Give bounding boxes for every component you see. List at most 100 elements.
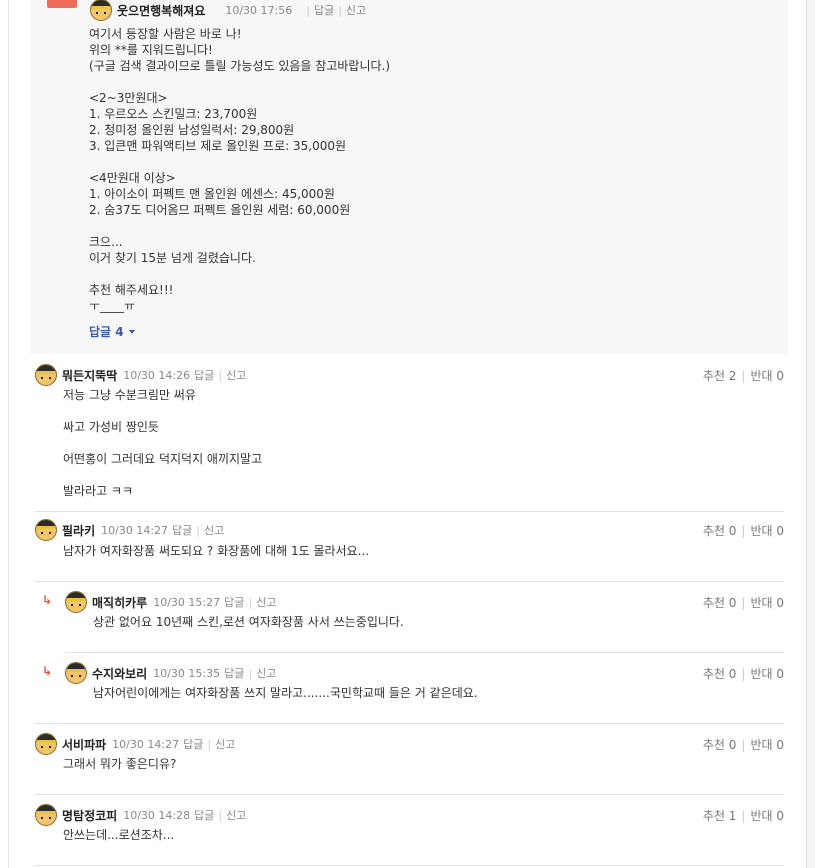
report-link[interactable]: 신고 bbox=[256, 594, 276, 610]
avatar[interactable] bbox=[35, 364, 57, 386]
reply-comment: 매직히카루 10/30 15:27 답글 | 신고 추천 0 | 반대 0 상관 없… bbox=[65, 591, 784, 630]
comment-line: 2. 숨37도 디어옴므 퍼펙트 올인원 세럼: 60,000원 bbox=[89, 203, 351, 217]
comment-header: 매직히카루 10/30 15:27 답글 | 신고 bbox=[65, 591, 784, 613]
reply-link[interactable]: 답글 bbox=[194, 807, 214, 823]
separator: | bbox=[248, 666, 253, 680]
timestamp: 10/30 15:27 bbox=[153, 595, 221, 609]
nickname[interactable]: 매직히카루 bbox=[92, 594, 147, 611]
separator: | bbox=[248, 595, 253, 609]
separator: | bbox=[196, 523, 200, 537]
oppose-button[interactable]: 반대 0 bbox=[750, 809, 784, 823]
vote-area: 추천 1 | 반대 0 bbox=[702, 809, 784, 823]
report-link[interactable]: 신고 bbox=[226, 367, 246, 383]
report-link[interactable]: 신고 bbox=[226, 807, 246, 823]
divider bbox=[35, 581, 784, 582]
separator: | bbox=[207, 737, 212, 751]
comment-line bbox=[89, 266, 769, 282]
comment-header: 뭐든지뚝딱 10/30 14:26 답글 | 신고 bbox=[35, 364, 784, 386]
comment-header: 웃으면행복해져요 10/30 17:56 | 답글 | 신고 bbox=[90, 0, 366, 21]
comment-line: 1. 우르오스 스킨밀크: 23,700원 bbox=[89, 107, 258, 121]
timestamp: 10/30 14:27 bbox=[112, 737, 180, 751]
reply-arrow-icon: ↳ bbox=[42, 593, 53, 607]
comment-line: <4만원대 이상> bbox=[89, 171, 176, 185]
timestamp: 10/30 14:27 bbox=[101, 523, 169, 537]
comment-line: 안쓰는데...로션조차... bbox=[63, 828, 175, 842]
comment-body: 그래서 뭐가 좋은디유? bbox=[63, 756, 784, 772]
comment-line: 크으... bbox=[89, 235, 123, 249]
nickname[interactable]: 서비파파 bbox=[62, 736, 106, 753]
comment-header: 필라키 10/30 14:27 답글 | 신고 bbox=[35, 519, 784, 541]
reply-link[interactable]: 답글 bbox=[183, 736, 203, 752]
divider bbox=[35, 511, 784, 512]
comment-header: 서비파파 10/30 14:27 답글 | 신고 bbox=[35, 733, 784, 755]
nickname[interactable]: 명탐정코피 bbox=[62, 807, 117, 824]
reply-link[interactable]: 답글 bbox=[224, 665, 244, 681]
comment-line bbox=[63, 403, 784, 419]
comment-body: 상관 없어요 10년째 스킨,로션 여자화장품 사서 쓰는중입니다. bbox=[93, 614, 784, 630]
vote-area: 추천 0 | 반대 0 bbox=[702, 524, 784, 538]
best-badge bbox=[47, 0, 77, 8]
nickname[interactable]: 뭐든지뚝딱 bbox=[62, 367, 117, 384]
scrollbar-track[interactable] bbox=[806, 0, 815, 868]
comment-line: <2~3만원대> bbox=[89, 91, 168, 105]
comment: 명탐정코피 10/30 14:28 답글 | 신고 추천 1 | 반대 0 안쓰는데… bbox=[35, 804, 784, 843]
reply-comment: 수지와보리 10/30 15:35 답글 | 신고 추천 0 | 반대 0 남자어린… bbox=[65, 662, 784, 701]
avatar[interactable] bbox=[65, 662, 87, 684]
timestamp: 10/30 17:56 bbox=[225, 3, 293, 17]
reply-link[interactable]: 답글 bbox=[172, 522, 192, 538]
oppose-button[interactable]: 반대 0 bbox=[750, 738, 784, 752]
recommend-button[interactable]: 추천 0 bbox=[703, 524, 737, 538]
comment: 서비파파 10/30 14:27 답글 | 신고 추천 0 | 반대 0 그래서 뭐… bbox=[35, 733, 784, 772]
nickname[interactable]: 필라키 bbox=[62, 522, 95, 539]
vote-area: 추천 0 | 반대 0 bbox=[702, 596, 784, 610]
comment-body: 남자어린이에게는 여자화장품 쓰지 말라고.......국민학교때 들은 거 같… bbox=[93, 685, 784, 701]
comment-line bbox=[63, 435, 784, 451]
oppose-button[interactable]: 반대 0 bbox=[750, 369, 784, 383]
report-link[interactable]: 신고 bbox=[204, 522, 224, 538]
avatar[interactable] bbox=[35, 733, 57, 755]
report-link[interactable]: 신고 bbox=[346, 2, 366, 18]
avatar[interactable] bbox=[65, 591, 87, 613]
report-link[interactable]: 신고 bbox=[256, 665, 276, 681]
comment-line: 상관 없어요 10년째 스킨,로션 여자화장품 사서 쓰는중입니다. bbox=[93, 615, 404, 629]
report-link[interactable]: 신고 bbox=[215, 736, 235, 752]
nickname[interactable]: 수지와보리 bbox=[92, 665, 147, 682]
comment-body: 저능 그냥 수분크림만 써유 싸고 가성비 짱인듯 어떤홍이 그러데요 덕지덕지… bbox=[63, 387, 784, 499]
divider bbox=[35, 794, 784, 795]
oppose-button[interactable]: 반대 0 bbox=[750, 667, 784, 681]
recommend-button[interactable]: 추천 0 bbox=[703, 738, 737, 752]
recommend-button[interactable]: 추천 1 bbox=[703, 809, 737, 823]
comment-line: 남자가 여자화장품 써도되요 ? 화장품에 대해 1도 몰라서요... bbox=[63, 544, 370, 558]
comment-line: 2. 청미정 올인원 남성일럭서: 29,800원 bbox=[89, 123, 295, 137]
nickname[interactable]: 웃으면행복해져요 bbox=[117, 2, 205, 19]
oppose-button[interactable]: 반대 0 bbox=[750, 596, 784, 610]
separator: | bbox=[338, 3, 342, 17]
comment-line: 그래서 뭐가 좋은디유? bbox=[63, 757, 177, 771]
comment-line: 어떤홍이 그러데요 덕지덕지 애끼지말고 bbox=[63, 452, 263, 466]
comment-line: 저능 그냥 수분크림만 써유 bbox=[63, 388, 196, 402]
caret-down-icon bbox=[128, 329, 135, 334]
separator: | bbox=[218, 808, 223, 822]
comment-line: 3. 입큰맨 파워액티브 제로 올인원 프로: 35,000원 bbox=[89, 139, 347, 153]
recommend-button[interactable]: 추천 0 bbox=[703, 667, 737, 681]
reply-count-toggle[interactable]: 답글 4 bbox=[89, 323, 135, 340]
reply-link[interactable]: 답글 bbox=[314, 2, 334, 18]
avatar[interactable] bbox=[90, 0, 112, 21]
comment-line: 싸고 가성비 짱인듯 bbox=[63, 420, 159, 434]
comment-line: 추천 해주세요!!! bbox=[89, 283, 174, 297]
reply-link[interactable]: 답글 bbox=[194, 367, 214, 383]
reply-link[interactable]: 답글 bbox=[224, 594, 244, 610]
avatar[interactable] bbox=[35, 519, 57, 541]
recommend-button[interactable]: 추천 0 bbox=[703, 596, 737, 610]
vote-area: 추천 2 | 반대 0 bbox=[702, 369, 784, 383]
timestamp: 10/30 14:28 bbox=[123, 808, 191, 822]
avatar[interactable] bbox=[35, 804, 57, 826]
divider bbox=[65, 652, 784, 653]
comment-line: ㅜ____ㅠ bbox=[89, 299, 136, 313]
vote-area: 추천 0 | 반대 0 bbox=[702, 738, 784, 752]
comment-line bbox=[89, 154, 769, 170]
recommend-button[interactable]: 추천 2 bbox=[703, 369, 737, 383]
comment-line: (구글 검색 결과이므로 틀릴 가능성도 있음을 참고바랍니다.) bbox=[89, 59, 391, 73]
oppose-button[interactable]: 반대 0 bbox=[750, 524, 784, 538]
vote-area: 추천 0 | 반대 0 bbox=[702, 667, 784, 681]
